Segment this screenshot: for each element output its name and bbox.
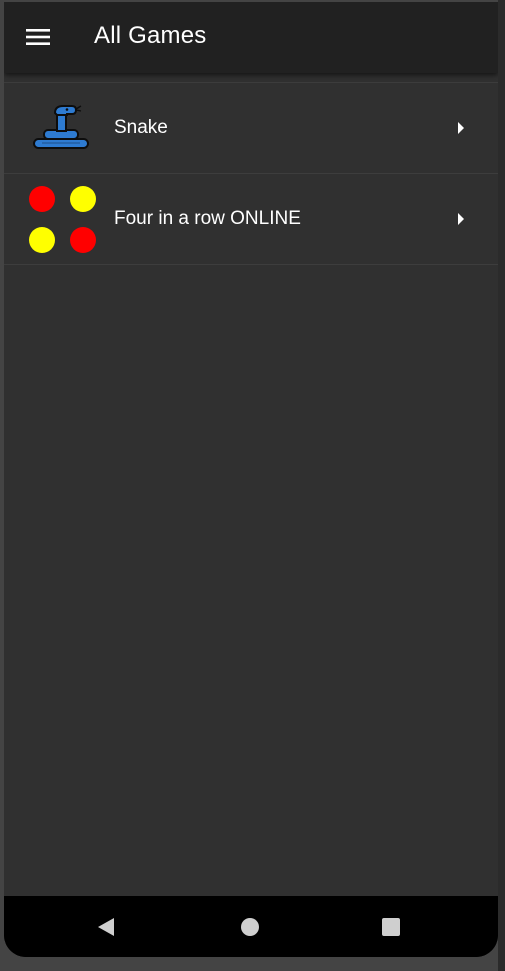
device-frame: All Games Snake Four in a row ONLINE bbox=[0, 0, 505, 971]
hamburger-menu-icon bbox=[26, 29, 50, 45]
system-nav-bar bbox=[4, 896, 498, 957]
chevron-right-icon bbox=[458, 213, 464, 225]
game-tile-snake[interactable]: Snake bbox=[4, 82, 498, 173]
chevron-right-icon bbox=[458, 122, 464, 134]
recents-button[interactable] bbox=[376, 912, 406, 942]
back-button[interactable] bbox=[91, 912, 121, 942]
recents-square-icon bbox=[382, 918, 400, 936]
game-label-four-in-a-row: Four in a row ONLINE bbox=[114, 208, 301, 229]
page-title: All Games bbox=[94, 22, 207, 49]
app-bar: All Games bbox=[4, 2, 498, 73]
game-label-snake: Snake bbox=[114, 117, 168, 138]
phone-screen: All Games Snake Four in a row ONLINE bbox=[4, 2, 498, 957]
app-screen: All Games Snake Four in a row ONLINE bbox=[4, 2, 498, 896]
device-edge bbox=[498, 0, 505, 971]
menu-button[interactable] bbox=[22, 21, 54, 53]
snake-icon bbox=[22, 88, 102, 168]
home-button[interactable] bbox=[235, 912, 265, 942]
four-dots-icon bbox=[22, 179, 102, 259]
home-circle-icon bbox=[241, 918, 259, 936]
back-triangle-icon bbox=[98, 918, 114, 936]
game-tile-four-in-a-row[interactable]: Four in a row ONLINE bbox=[4, 173, 498, 265]
games-list: Snake Four in a row ONLINE bbox=[4, 82, 498, 265]
